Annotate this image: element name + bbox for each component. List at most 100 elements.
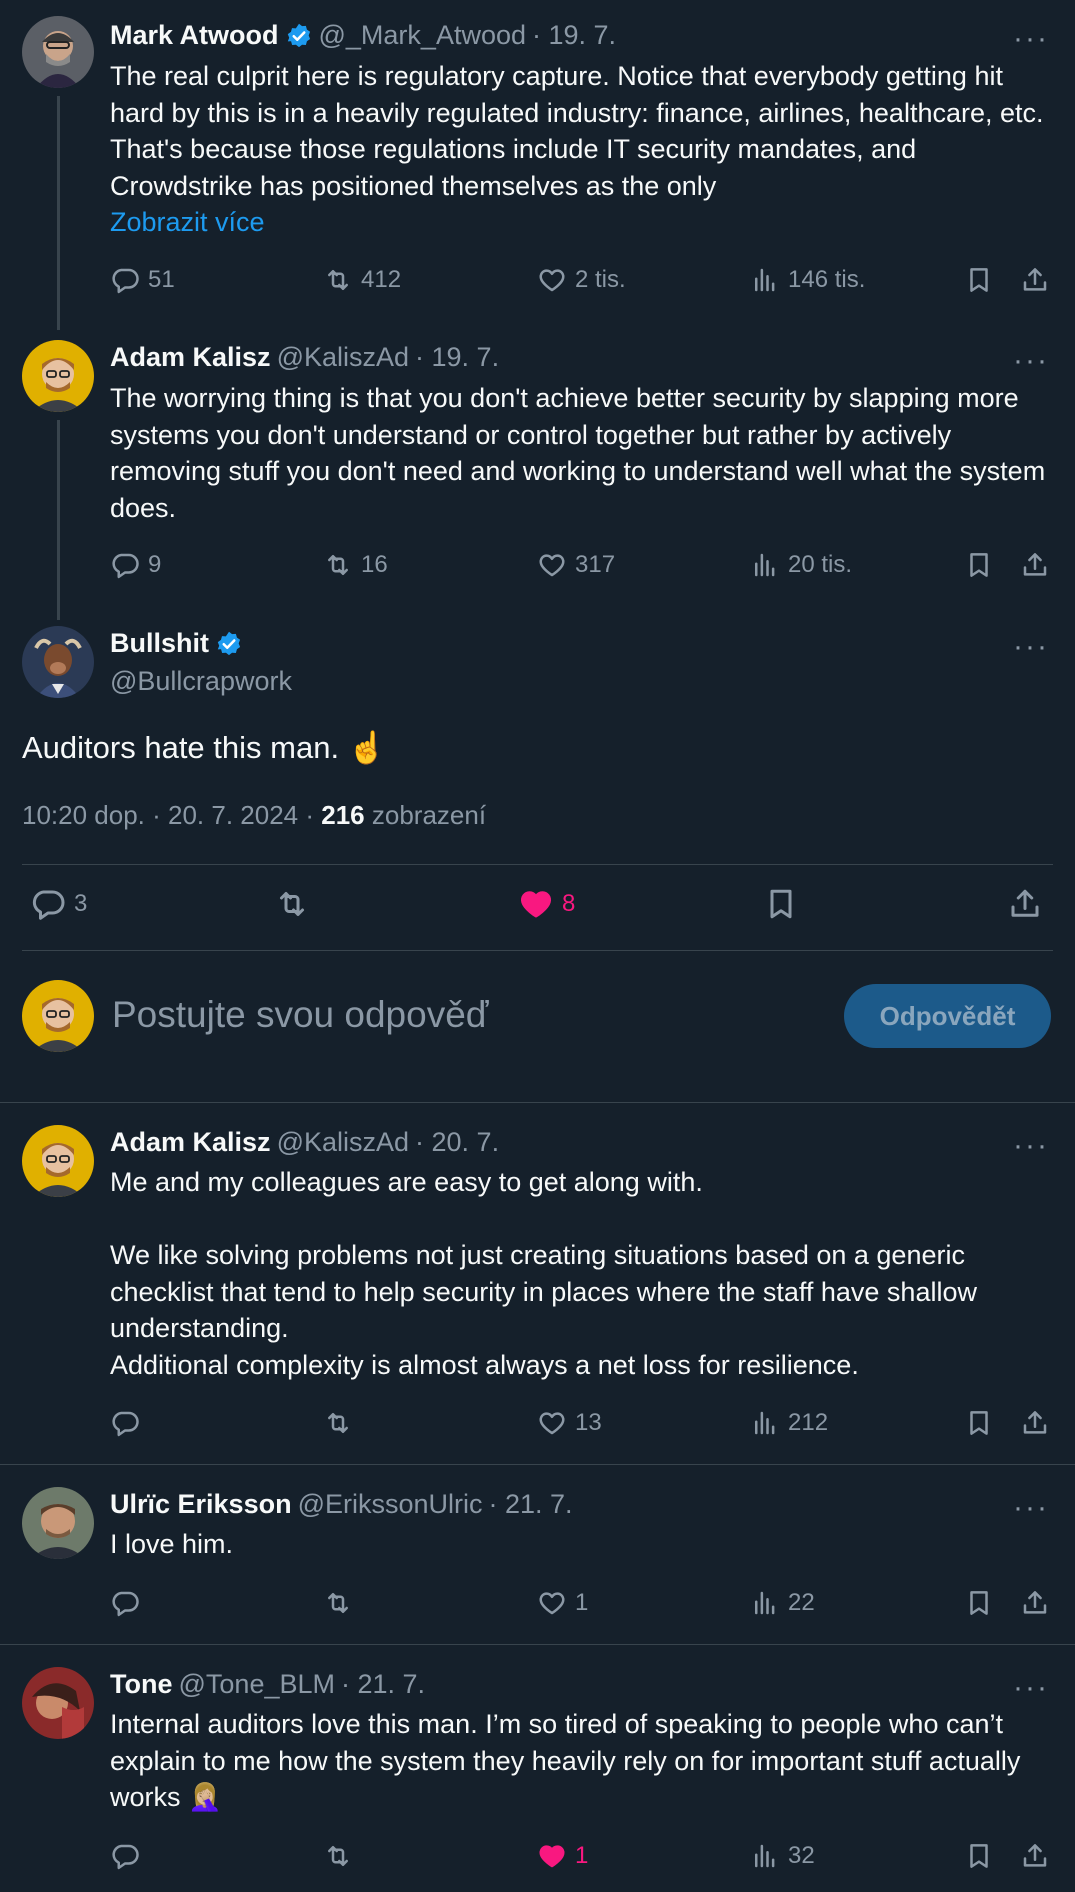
bookmark-button[interactable]	[964, 550, 994, 580]
tweet-date[interactable]: · 21. 7.	[489, 1489, 573, 1520]
reply-button[interactable]	[110, 1408, 140, 1438]
views-icon	[750, 1408, 780, 1438]
handle[interactable]: @_Mark_Atwood	[319, 20, 527, 51]
handle[interactable]: @KaliszAd	[277, 342, 409, 373]
like-icon	[537, 265, 567, 295]
repost-icon	[323, 1841, 353, 1871]
reply-button[interactable]: 3	[30, 886, 87, 922]
display-name[interactable]: Mark Atwood	[110, 20, 279, 51]
display-name[interactable]: Tone	[110, 1669, 173, 1700]
tweet-date[interactable]: · 19. 7.	[415, 342, 499, 373]
repost-button[interactable]: 16	[323, 550, 388, 580]
share-icon	[1007, 886, 1043, 922]
show-more-link[interactable]: Zobrazit více	[110, 207, 265, 237]
bookmark-button[interactable]	[964, 1841, 994, 1871]
like-count: 8	[562, 890, 576, 917]
reply-button[interactable]	[110, 1841, 140, 1871]
repost-button[interactable]	[274, 886, 310, 922]
tweet-actions: 13 212	[110, 1408, 1050, 1442]
share-icon	[1020, 1588, 1050, 1618]
reply-input[interactable]: Postujte svou odpověď	[112, 994, 489, 1036]
share-icon	[1020, 1841, 1050, 1871]
bookmark-icon	[964, 550, 994, 580]
display-name[interactable]: Adam Kalisz	[110, 342, 271, 373]
repost-button[interactable]	[323, 1588, 353, 1618]
divider	[0, 1464, 1075, 1465]
share-button[interactable]	[1020, 550, 1050, 580]
like-icon	[518, 886, 554, 922]
views-button[interactable]: 212	[750, 1408, 828, 1438]
view-count: 212	[788, 1409, 829, 1436]
bookmark-button[interactable]	[763, 886, 799, 922]
reply-button[interactable]: 51	[110, 265, 175, 295]
handle[interactable]: @ErikssonUlric	[298, 1489, 483, 1520]
like-button[interactable]: 317	[537, 550, 615, 580]
bookmark-button[interactable]	[964, 1408, 994, 1438]
like-count: 1	[575, 1589, 589, 1616]
tweet-actions: 9 16 317 20 tis.	[110, 550, 1050, 584]
handle[interactable]: @Bullcrapwork	[110, 666, 292, 697]
bookmark-button[interactable]	[964, 1588, 994, 1618]
views-button[interactable]: 32	[750, 1841, 815, 1871]
tweet-date[interactable]: · 21. 7.	[341, 1669, 425, 1700]
reply-icon	[110, 1841, 140, 1871]
share-button[interactable]	[1007, 886, 1043, 922]
handle[interactable]: @Tone_BLM	[179, 1669, 336, 1700]
display-name[interactable]: Adam Kalisz	[110, 1127, 271, 1158]
like-button[interactable]: 13	[537, 1408, 602, 1438]
bookmark-icon	[964, 265, 994, 295]
views-icon	[750, 265, 780, 295]
avatar[interactable]	[22, 1125, 94, 1197]
reply-submit-button[interactable]: Odpovědět	[844, 984, 1051, 1048]
avatar[interactable]	[22, 1667, 94, 1739]
views-button[interactable]: 146 tis.	[750, 265, 865, 295]
reply-button[interactable]	[110, 1588, 140, 1618]
avatar[interactable]	[22, 16, 94, 88]
more-icon[interactable]: ···	[1013, 1673, 1049, 1703]
avatar[interactable]	[22, 340, 94, 412]
repost-icon	[323, 550, 353, 580]
display-name[interactable]: Ulrïc Eriksson	[110, 1489, 292, 1520]
more-icon[interactable]: ···	[1013, 24, 1049, 54]
like-button[interactable]: 1	[537, 1841, 588, 1871]
repost-button[interactable]	[323, 1841, 353, 1871]
avatar[interactable]	[22, 626, 94, 698]
reply-button[interactable]: 9	[110, 550, 161, 580]
share-button[interactable]	[1020, 265, 1050, 295]
like-count: 2 tis.	[575, 266, 626, 293]
like-button[interactable]: 1	[537, 1588, 588, 1618]
share-button[interactable]	[1020, 1408, 1050, 1438]
share-button[interactable]	[1020, 1841, 1050, 1871]
repost-button[interactable]	[323, 1408, 353, 1438]
tweet-text: The real culprit here is regulatory capt…	[110, 58, 1060, 241]
repost-button[interactable]: 412	[323, 265, 401, 295]
tweet-date[interactable]: · 20. 7.	[415, 1127, 499, 1158]
more-icon[interactable]: ···	[1013, 1493, 1049, 1523]
reply-count: 3	[74, 890, 88, 917]
tweet-timestamp[interactable]: 10:20 dop. · 20. 7. 2024 ·	[22, 800, 314, 830]
views-button[interactable]: 20 tis.	[750, 550, 852, 580]
like-icon	[537, 550, 567, 580]
divider	[0, 1102, 1075, 1103]
handle[interactable]: @KaliszAd	[277, 1127, 409, 1158]
bookmark-icon	[964, 1408, 994, 1438]
tweet-header: Adam Kalisz @KaliszAd · 20. 7.	[110, 1127, 499, 1158]
like-button[interactable]: 8	[518, 886, 575, 922]
view-count: 22	[788, 1589, 815, 1616]
more-icon[interactable]: ···	[1013, 632, 1049, 662]
views-icon	[750, 1588, 780, 1618]
tweet-actions: 1 22	[110, 1588, 1050, 1622]
display-name[interactable]: Bullshit	[110, 628, 209, 659]
avatar[interactable]	[22, 1487, 94, 1559]
views-button[interactable]: 22	[750, 1588, 815, 1618]
more-icon[interactable]: ···	[1013, 346, 1049, 376]
share-icon	[1020, 1408, 1050, 1438]
bookmark-button[interactable]	[964, 265, 994, 295]
tweet-paragraph: Additional complexity is almost always a…	[110, 1349, 859, 1380]
reply-icon	[110, 550, 140, 580]
more-icon[interactable]: ···	[1013, 1131, 1049, 1161]
tweet-date[interactable]: · 19. 7.	[532, 20, 616, 51]
pointing-up-emoji: ☝️	[347, 730, 387, 765]
like-button[interactable]: 2 tis.	[537, 265, 626, 295]
share-button[interactable]	[1020, 1588, 1050, 1618]
